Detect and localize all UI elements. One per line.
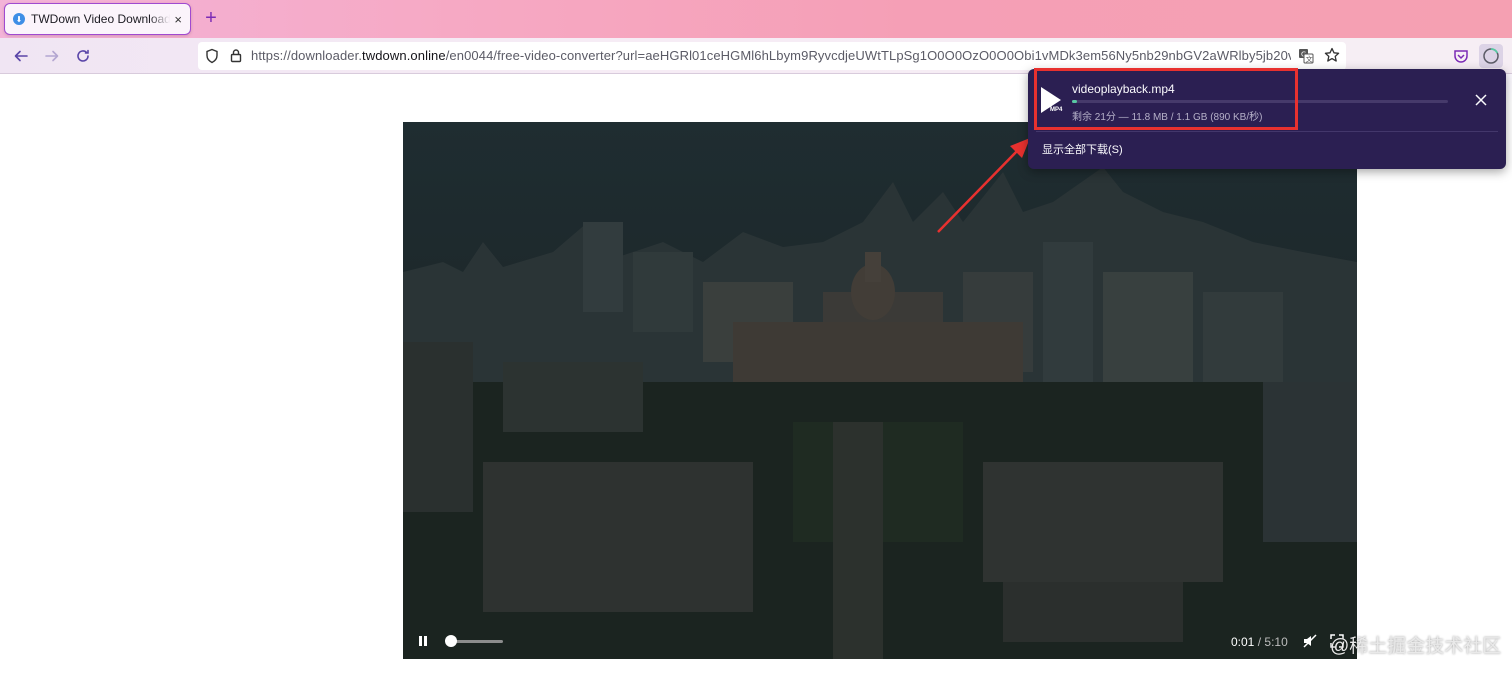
current-time: 0:01 [1231, 635, 1255, 649]
back-button[interactable] [9, 44, 33, 68]
forward-button[interactable] [40, 44, 64, 68]
time-display: 0:01 / 5:10 [1231, 635, 1288, 649]
mute-icon[interactable] [1302, 633, 1318, 649]
lock-icon [230, 49, 242, 63]
reload-button[interactable] [71, 44, 95, 68]
video-timeline[interactable] [513, 638, 1213, 642]
bookmark-star-icon [1324, 47, 1340, 62]
watermark: @稀土掘金技术社区 [1330, 636, 1502, 657]
url-prefix: https://downloader. [251, 48, 363, 63]
url-bar[interactable]: https://downloader.twdown.online/en0044/… [198, 42, 1346, 70]
tab-twdown[interactable]: ⬇ TWDown Video Downloader × [4, 3, 191, 35]
annotation-arrow [937, 138, 1030, 233]
forward-arrow-icon [45, 50, 59, 62]
cancel-download-button[interactable] [1472, 91, 1490, 109]
close-icon [1475, 94, 1487, 106]
tab-strip: ⬇ TWDown Video Downloader × + [0, 0, 1512, 38]
time-separator: / [1257, 635, 1262, 649]
translate-icon: G文 [1299, 49, 1314, 64]
downloads-button[interactable] [1479, 44, 1503, 68]
reload-icon [77, 49, 89, 62]
back-arrow-icon [14, 50, 28, 62]
new-tab-button[interactable]: + [200, 7, 222, 29]
video-controls: 0:01 / 5:10 [403, 623, 1357, 659]
url-text[interactable]: https://downloader.twdown.online/en0044/… [251, 48, 1291, 63]
tab-title: TWDown Video Downloader [31, 12, 171, 26]
show-all-downloads-button[interactable]: 显示全部下载(S) [1042, 141, 1123, 157]
url-domain: twdown.online [362, 48, 446, 63]
pocket-icon [1454, 50, 1468, 63]
annotation-highlight-box [1034, 68, 1298, 130]
downloads-icon [1483, 48, 1499, 64]
twdown-favicon-icon: ⬇ [13, 13, 25, 25]
video-frame-city-aerial [403, 122, 1357, 659]
volume-slider-thumb[interactable] [445, 635, 457, 647]
shield-icon [206, 48, 218, 64]
pause-icon[interactable] [417, 635, 429, 647]
pocket-button[interactable] [1449, 44, 1473, 68]
svg-text:文: 文 [1306, 55, 1313, 64]
url-path: /en0044/free-video-converter?url=aeHGRl0… [445, 48, 1291, 63]
duration: 5:10 [1264, 635, 1288, 649]
volume-slider[interactable] [445, 635, 503, 647]
video-player[interactable]: 0:01 / 5:10 [403, 122, 1357, 659]
panel-divider [1036, 131, 1498, 132]
tab-close-icon[interactable]: × [174, 12, 182, 27]
